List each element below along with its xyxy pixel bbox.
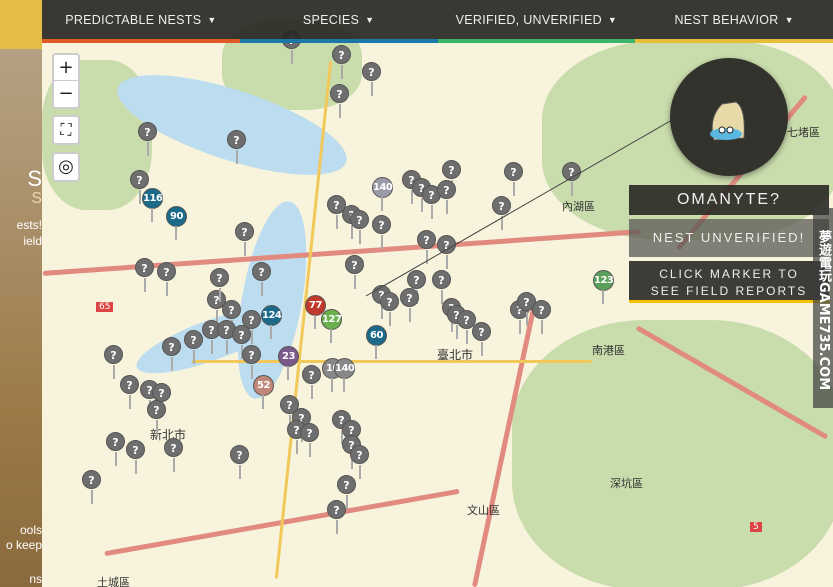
nav-nest-behavior[interactable]: NEST BEHAVIOR ▼ <box>635 0 833 43</box>
nav-species[interactable]: SPECIES ▼ <box>239 0 438 43</box>
nav-label: SPECIES <box>302 12 360 27</box>
zoom-control: + − <box>52 53 80 109</box>
sidebar-text: o keep <box>5 538 42 552</box>
sidebar-subtitle: S <box>31 190 42 207</box>
omanyte-icon <box>710 101 745 141</box>
popup-species: OMANYTE? <box>629 185 829 215</box>
caret-down-icon: ▼ <box>365 14 375 25</box>
sidebar-text: ools <box>19 523 42 537</box>
locate-button[interactable]: ◎ <box>52 152 80 182</box>
sidebar-text: ield <box>23 234 42 248</box>
popup-status: NEST UNVERIFIED! <box>629 219 829 257</box>
logo <box>0 0 42 49</box>
nav-predictable-nests[interactable]: PREDICTABLE NESTS ▼ <box>42 0 240 43</box>
nav-verified[interactable]: VERIFIED, UNVERIFIED ▼ <box>437 0 636 43</box>
sidebar-text: ns <box>29 572 42 586</box>
nav-label: PREDICTABLE NESTS <box>65 12 202 27</box>
zoom-in-button[interactable]: + <box>54 55 78 81</box>
fullscreen-button[interactable]: ⛶ <box>52 115 80 145</box>
nav-label: NEST BEHAVIOR <box>674 12 779 27</box>
caret-down-icon: ▼ <box>207 14 217 25</box>
top-nav: PREDICTABLE NESTS ▼ SPECIES ▼ VERIFIED, UN… <box>42 0 833 43</box>
fullscreen-icon: ⛶ <box>60 120 72 139</box>
sidebar-title: S <box>27 166 42 191</box>
pokemon-bubble[interactable] <box>670 58 788 176</box>
popup-hint[interactable]: CLICK MARKER TO SEE FIELD REPORTS <box>629 261 829 303</box>
caret-down-icon: ▼ <box>607 14 618 25</box>
sidebar-text: ests! <box>16 218 42 232</box>
caret-down-icon: ▼ <box>784 14 794 25</box>
locate-icon: ◎ <box>58 156 74 177</box>
zoom-out-button[interactable]: − <box>54 81 78 107</box>
watermark: 夢遊電玩GAME735.COM <box>813 208 833 408</box>
sidebar: S S ests! ield ools o keep ns <box>0 0 42 587</box>
nav-label: VERIFIED, UNVERIFIED <box>455 12 602 27</box>
